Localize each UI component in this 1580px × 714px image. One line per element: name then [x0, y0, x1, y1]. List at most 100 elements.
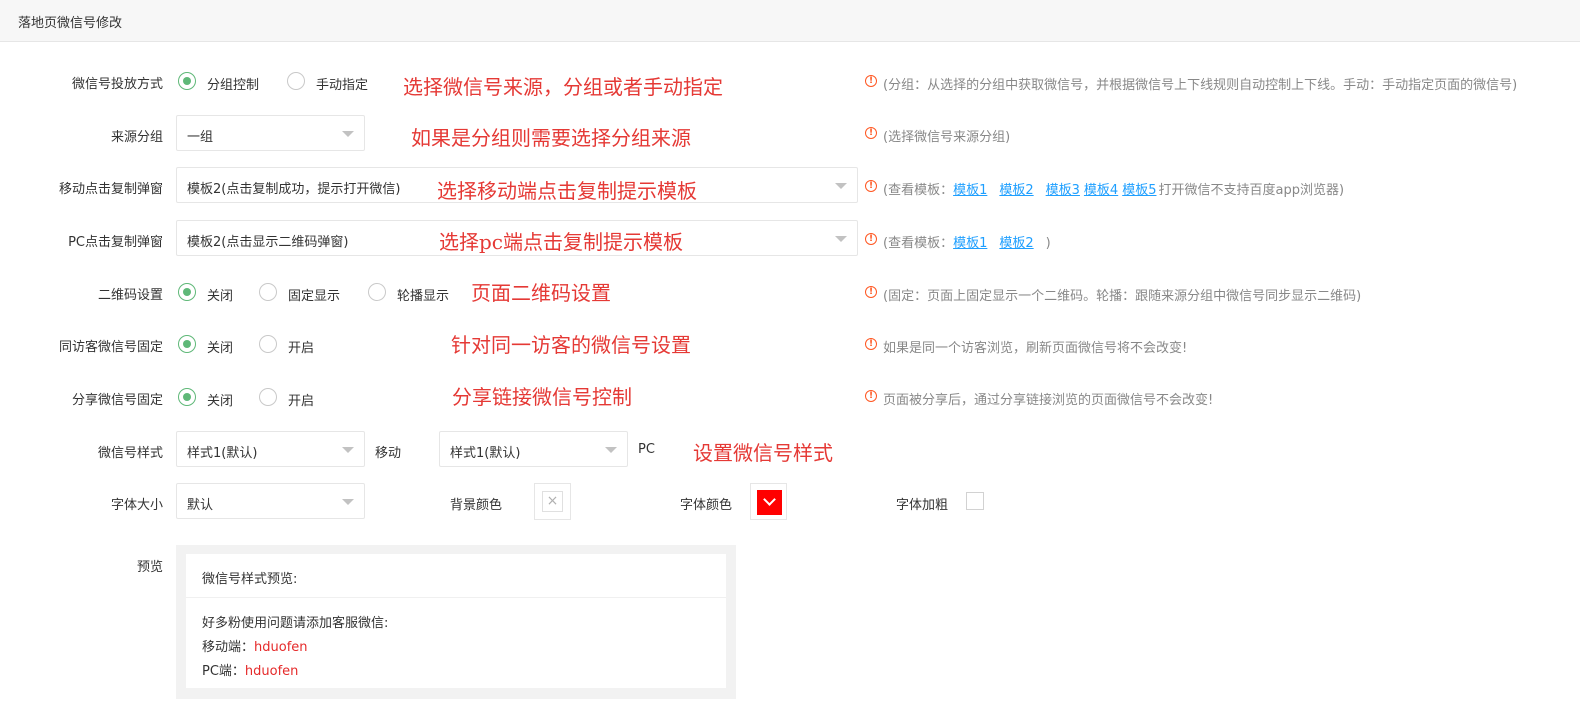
info-icon: !	[865, 286, 877, 298]
radio-group-control-label[interactable]: 分组控制	[207, 74, 259, 93]
group-select-value: 一组	[187, 130, 214, 145]
annotation-source-mode: 选择微信号来源，分组或者手动指定	[403, 75, 723, 99]
font-size-select-value: 默认	[187, 498, 214, 513]
font-color-swatch	[757, 490, 782, 515]
template-link-1[interactable]: 模板1	[953, 236, 987, 251]
radio-same-visitor-off-label[interactable]: 关闭	[207, 337, 233, 356]
radio-qrcode-fixed[interactable]	[259, 283, 277, 301]
radio-group-control[interactable]	[178, 72, 196, 90]
bg-color-label: 背景颜色	[450, 498, 503, 513]
preview-mobile-line: 移动端：hduofen	[202, 636, 308, 655]
annotation-group: 如果是分组则需要选择分组来源	[411, 126, 691, 150]
preview-pc-value: hduofen	[244, 664, 299, 679]
chevron-down-icon	[605, 447, 617, 453]
pc-style-label: PC	[638, 442, 655, 457]
preview-intro: 好多粉使用问题请添加客服微信:	[202, 616, 389, 631]
divider	[186, 597, 726, 598]
tip-same-visitor: 如果是同一个访客浏览，刷新页面微信号将不会改变!	[883, 341, 1188, 356]
tip-suffix: )	[1045, 236, 1051, 251]
bold-label: 字体加粗	[896, 498, 949, 513]
info-icon: !	[865, 180, 877, 192]
tip-share: 页面被分享后，通过分享链接浏览的页面微信号不会改变!	[883, 393, 1214, 408]
chevron-down-icon	[342, 131, 354, 137]
bg-color-picker[interactable]: ×	[534, 483, 571, 520]
info-icon: !	[865, 390, 877, 402]
pc-style-select-value: 样式1(默认)	[450, 446, 521, 461]
tip-qrcode: (固定：页面上固定显示一个二维码。轮播：跟随来源分组中微信号同步显示二维码)	[883, 289, 1362, 304]
annotation-share: 分享链接微信号控制	[452, 385, 632, 409]
preview-mobile-label: 移动端：	[202, 640, 255, 655]
radio-same-visitor-on[interactable]	[259, 335, 277, 353]
pc-style-select[interactable]: 样式1(默认)	[439, 431, 628, 467]
mobile-popup-label: 移动点击复制弹窗	[58, 182, 163, 197]
tip-group: (选择微信号来源分组)	[883, 130, 1011, 145]
group-label: 来源分组	[110, 130, 163, 145]
preview-pc-label: PC端：	[202, 664, 245, 679]
template-link-5[interactable]: 模板5	[1122, 183, 1156, 198]
radio-same-visitor-on-label[interactable]: 开启	[288, 337, 314, 356]
template-link-4[interactable]: 模板4	[1084, 183, 1118, 198]
radio-share-on-label[interactable]: 开启	[288, 390, 314, 409]
radio-qrcode-off-label[interactable]: 关闭	[207, 285, 233, 304]
chevron-down-icon	[835, 183, 847, 189]
radio-qrcode-fixed-label[interactable]: 固定显示	[288, 285, 340, 304]
tip-mobile-popup: (查看模板：模板1 模板2 模板3 模板4 模板5 打开微信不支持百度app浏览器)	[883, 179, 1344, 198]
bold-checkbox[interactable]	[966, 492, 984, 510]
radio-same-visitor-off[interactable]	[178, 335, 196, 353]
radio-qrcode-carousel[interactable]	[368, 283, 386, 301]
style-label: 微信号样式	[97, 446, 163, 461]
qrcode-label: 二维码设置	[97, 288, 163, 303]
annotation-pc-popup: 选择pc端点击复制提示模板	[439, 230, 684, 254]
tip-suffix: 打开微信不支持百度app浏览器)	[1158, 183, 1345, 198]
source-mode-label: 微信号投放方式	[71, 77, 163, 92]
preview-mobile-value: hduofen	[254, 640, 308, 655]
same-visitor-label: 同访客微信号固定	[58, 340, 163, 355]
pc-popup-label: PC点击复制弹窗	[68, 235, 163, 250]
preview-pc-line: PC端：hduofen	[202, 660, 298, 679]
template-link-2[interactable]: 模板2	[999, 236, 1033, 251]
close-icon: ×	[542, 491, 563, 512]
chevron-down-icon	[342, 447, 354, 453]
tip-prefix: (查看模板：	[883, 236, 954, 251]
template-link-1[interactable]: 模板1	[953, 183, 987, 198]
font-size-label: 字体大小	[110, 498, 163, 513]
info-icon: !	[865, 338, 877, 350]
radio-manual[interactable]	[287, 72, 305, 90]
radio-qrcode-carousel-label[interactable]: 轮播显示	[397, 285, 449, 304]
tip-pc-popup: (查看模板：模板1 模板2)	[883, 232, 1051, 251]
info-icon: !	[865, 127, 877, 139]
font-size-select[interactable]: 默认	[176, 483, 365, 519]
annotation-qrcode: 页面二维码设置	[471, 281, 611, 305]
group-select[interactable]: 一组	[176, 115, 365, 151]
info-icon: !	[865, 75, 877, 87]
font-color-label: 字体颜色	[680, 498, 733, 513]
tip-prefix: (查看模板：	[883, 183, 954, 198]
template-link-3[interactable]: 模板3	[1046, 183, 1080, 198]
annotation-style: 设置微信号样式	[693, 441, 833, 465]
annotation-mobile-popup: 选择移动端点击复制提示模板	[437, 179, 697, 203]
pc-popup-select-value: 模板2(点击显示二维码弹窗)	[187, 235, 349, 250]
page-header: 落地页微信号修改	[0, 0, 1580, 42]
radio-manual-label[interactable]: 手动指定	[316, 74, 368, 93]
mobile-style-select[interactable]: 样式1(默认)	[176, 431, 365, 467]
share-label: 分享微信号固定	[71, 393, 163, 408]
mobile-style-select-value: 样式1(默认)	[187, 446, 258, 461]
tip-source-mode: (分组：从选择的分组中获取微信号，并根据微信号上下线规则自动控制上下线。手动：手…	[883, 78, 1518, 93]
radio-share-off[interactable]	[178, 388, 196, 406]
info-icon: !	[865, 233, 877, 245]
mobile-style-label: 移动	[375, 446, 402, 461]
preview-label: 预览	[136, 560, 163, 575]
radio-qrcode-off[interactable]	[178, 283, 196, 301]
chevron-down-icon	[835, 236, 847, 242]
preview-card: 微信号样式预览: 好多粉使用问题请添加客服微信: 移动端：hduofen PC端…	[186, 554, 726, 688]
chevron-down-icon	[763, 493, 776, 506]
preview-panel: 微信号样式预览: 好多粉使用问题请添加客服微信: 移动端：hduofen PC端…	[176, 545, 736, 699]
radio-share-off-label[interactable]: 关闭	[207, 390, 233, 409]
template-link-2[interactable]: 模板2	[999, 183, 1033, 198]
annotation-same-visitor: 针对同一访客的微信号设置	[451, 333, 691, 357]
preview-card-title: 微信号样式预览:	[202, 572, 298, 587]
chevron-down-icon	[342, 499, 354, 505]
radio-share-on[interactable]	[259, 388, 277, 406]
font-color-picker[interactable]	[750, 483, 787, 520]
mobile-popup-select-value: 模板2(点击复制成功，提示打开微信)	[187, 182, 401, 197]
